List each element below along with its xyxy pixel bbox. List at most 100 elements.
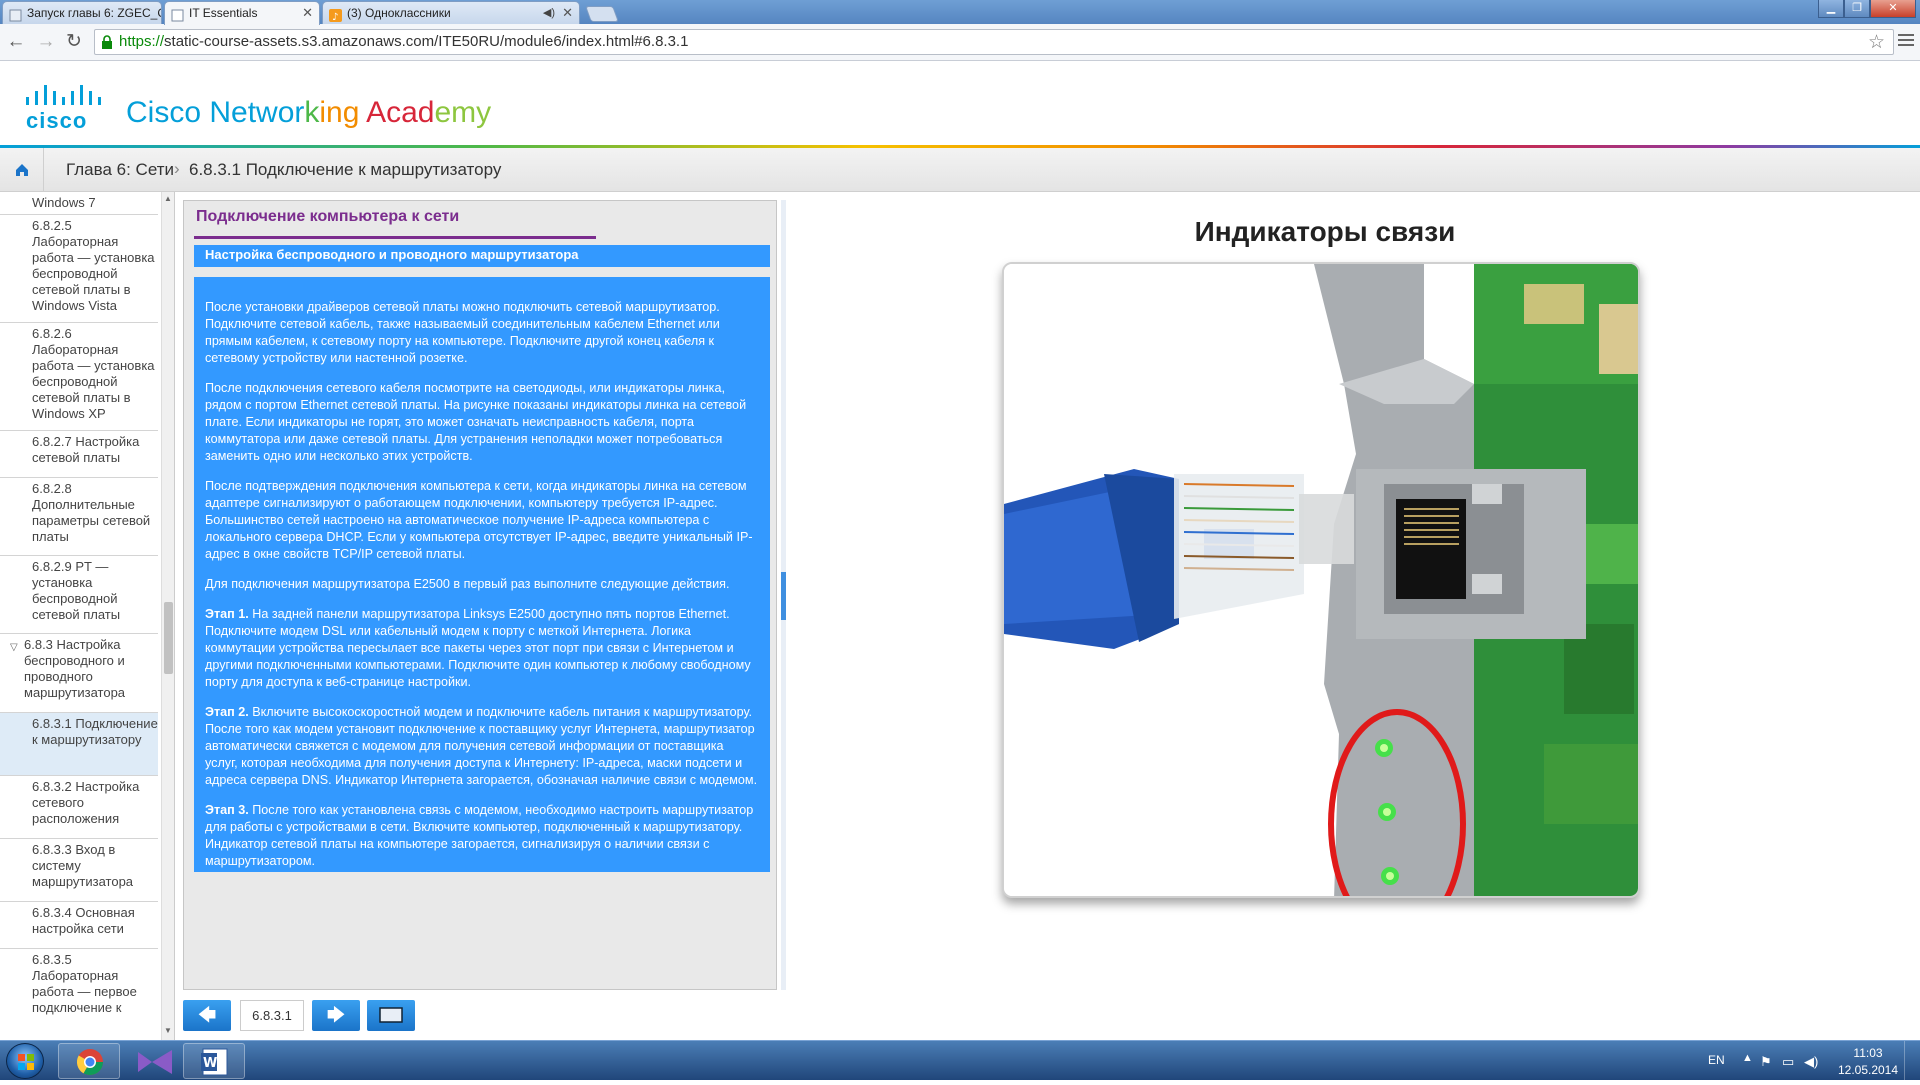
scroll-down-icon[interactable]: ▼: [164, 1026, 172, 1035]
visual-studio-icon: [138, 1050, 172, 1074]
maximize-button[interactable]: ❐: [1844, 0, 1870, 18]
next-page-button[interactable]: 🡆: [312, 1000, 360, 1031]
academy-title[interactable]: Cisco Networking Academy: [126, 96, 491, 130]
fullscreen-button[interactable]: [367, 1000, 415, 1031]
page-icon: [9, 7, 22, 22]
windows-logo-icon: [18, 1054, 34, 1070]
cisco-logo-text: cisco: [26, 108, 88, 133]
step-label: Этап 3.: [205, 803, 249, 817]
bookmark-star-icon[interactable]: ☆: [1868, 31, 1885, 54]
arrow-right-icon: 🡆: [326, 1005, 346, 1025]
tray-expand-icon[interactable]: ▲: [1742, 1052, 1753, 1064]
browser-tab-1[interactable]: Запуск главы 6: ZGEC_GI: [2, 1, 162, 24]
network-card-photo: [1002, 262, 1640, 898]
tab-title: (3) Одноклассники: [347, 6, 451, 20]
volume-icon[interactable]: ◀): [1804, 1054, 1818, 1070]
academy-title-part: ing: [319, 96, 367, 129]
back-arrow-icon[interactable]: ←: [4, 30, 28, 54]
forward-arrow-icon[interactable]: →: [34, 30, 58, 54]
page-icon: [171, 7, 184, 22]
title-underline: [194, 236, 596, 239]
toc-group-6-8-3[interactable]: ▽ 6.8.3 Настройка беспроводного и провод…: [0, 634, 158, 713]
taskbar-chrome[interactable]: [58, 1043, 120, 1079]
home-icon: [16, 164, 28, 176]
academy-title-part: k: [304, 96, 320, 129]
windows-taskbar: W EN ▲ ⚑ ▭ ◀) 11:03 12.05.2014: [0, 1040, 1920, 1081]
chrome-icon: [76, 1049, 104, 1076]
window-close-button[interactable]: ✕: [1870, 0, 1916, 18]
start-button[interactable]: [6, 1043, 44, 1079]
browser-tab-2[interactable]: IT Essentials ✕: [164, 1, 320, 25]
step-label: Этап 2.: [205, 705, 249, 719]
academy-title-part: Cisco Networ: [126, 96, 305, 129]
academy-title-part: Acad: [366, 96, 435, 129]
page-number: 6.8.3.1: [240, 1000, 304, 1031]
svg-text:♪: ♪: [332, 12, 338, 22]
paragraph: После установки драйверов сетевой платы …: [205, 300, 720, 365]
chevron-right-icon: ›: [174, 159, 180, 178]
toc-item[interactable]: 6.8.2.9 PT — установка беспроводной сете…: [0, 556, 158, 634]
home-button[interactable]: [0, 148, 44, 191]
toc-item[interactable]: 6.8.3.2 Настройка сетевого расположения: [0, 776, 158, 839]
toc-item[interactable]: Windows 7: [0, 192, 158, 215]
lock-icon: [101, 35, 113, 49]
breadcrumb: Глава 6: Сети › 6.8.3.1 Подключение к ма…: [0, 148, 1920, 192]
scrollbar-thumb[interactable]: [164, 602, 173, 674]
network-icon[interactable]: ▭: [1782, 1054, 1794, 1070]
academy-title-part: emy: [434, 96, 492, 129]
toc-item[interactable]: 6.8.3.3 Вход в систему маршрутизатора: [0, 839, 158, 902]
address-bar[interactable]: https://static-course-assets.s3.amazonaw…: [94, 29, 1894, 55]
step-paragraph: Этап 1. На задней панели маршрутизатора …: [205, 607, 751, 689]
svg-text:W: W: [203, 1056, 217, 1071]
content-text: После установки драйверов сетевой платы …: [194, 277, 770, 872]
splitter-bar[interactable]: [781, 200, 786, 990]
screen-icon: [379, 1007, 403, 1023]
step-label: Этап 1.: [205, 607, 249, 621]
paragraph: После подключения сетевого кабеля посмот…: [205, 381, 747, 463]
clock-date[interactable]: 12.05.2014: [1834, 1063, 1902, 1077]
toc-item[interactable]: 6.8.2.8 Дополнительные параметры сетевой…: [0, 478, 158, 556]
toc-item[interactable]: 6.8.2.6 Лабораторная работа — установка …: [0, 323, 158, 431]
browser-tab-strip: Запуск главы 6: ZGEC_GI IT Essentials ✕ …: [0, 0, 1920, 25]
speaker-icon: ◀): [542, 7, 555, 19]
toc-item[interactable]: 6.8.3.5 Лабораторная работа — первое под…: [0, 949, 158, 1040]
word-icon: W: [201, 1048, 228, 1076]
section-title: Подключение компьютера к сети: [196, 208, 460, 225]
language-indicator[interactable]: EN: [1708, 1053, 1725, 1067]
section-subtitle: Настройка беспроводного и проводного мар…: [194, 245, 770, 267]
tab-title: IT Essentials: [189, 6, 258, 20]
show-desktop-button[interactable]: [1904, 1041, 1920, 1081]
paragraph: Для подключения маршрутизатора E2500 в п…: [205, 577, 730, 591]
prev-page-button[interactable]: 🡄: [183, 1000, 231, 1031]
arrow-left-icon: 🡄: [197, 1005, 217, 1025]
taskbar-visual-studio[interactable]: [123, 1043, 185, 1079]
music-icon: ♪: [329, 7, 342, 23]
toc-item[interactable]: 6.8.2.7 Настройка сетевой платы: [0, 431, 158, 478]
toc-item[interactable]: 6.8.2.5 Лабораторная работа — установка …: [0, 215, 158, 323]
content-panel: Подключение компьютера к сети Настройка …: [183, 200, 777, 990]
action-center-flag-icon[interactable]: ⚑: [1760, 1054, 1772, 1070]
clock-time[interactable]: 11:03: [1840, 1046, 1896, 1060]
new-tab-button[interactable]: [585, 6, 619, 22]
toc-item[interactable]: 6.8.3.4 Основная настройка сети: [0, 902, 158, 949]
tab-title: Запуск главы 6: ZGEC_GI: [27, 6, 162, 20]
table-of-contents: Windows 7 6.8.2.5 Лабораторная работа — …: [0, 192, 175, 1040]
figure-title: Индикаторы связи: [1194, 216, 1456, 247]
minimize-button[interactable]: ▁: [1818, 0, 1844, 18]
scroll-up-icon[interactable]: ▲: [164, 194, 172, 203]
reload-icon[interactable]: ↻: [62, 30, 86, 54]
breadcrumb-page: 6.8.3.1 Подключение к маршрутизатору: [189, 160, 502, 179]
toc-item-active[interactable]: 6.8.3.1 Подключение к маршрутизатору: [0, 713, 158, 776]
site-header: cisco Cisco Networking Academy: [0, 61, 1920, 147]
toc-scrollbar[interactable]: ▲ ▼: [161, 192, 174, 1040]
close-icon[interactable]: ✕: [562, 2, 573, 24]
paragraph: После подтверждения подключения компьюте…: [205, 479, 753, 561]
browser-menu-icon[interactable]: [1898, 34, 1914, 48]
breadcrumb-chapter[interactable]: Глава 6: Сети: [66, 160, 174, 180]
splitter-handle[interactable]: [781, 572, 786, 620]
browser-tab-3[interactable]: ♪ (3) Одноклассники ◀) ✕: [322, 1, 580, 24]
close-icon[interactable]: ✕: [302, 2, 313, 24]
taskbar-word[interactable]: W: [183, 1043, 245, 1079]
step-paragraph: Этап 3. После того как установлена связь…: [205, 803, 754, 868]
chevron-down-icon[interactable]: ▽: [10, 640, 18, 656]
